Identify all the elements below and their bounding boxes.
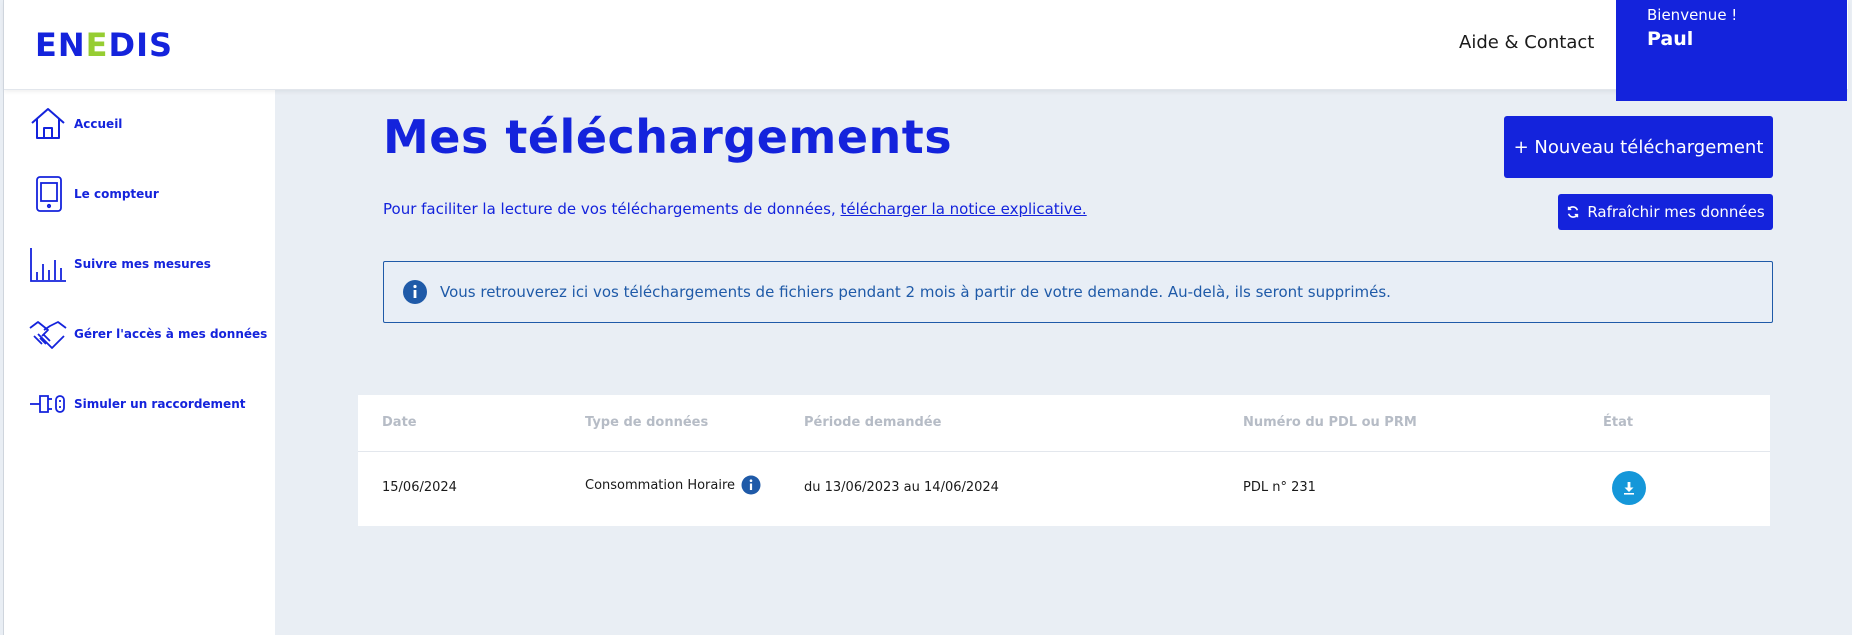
intro-paragraph: Pour faciliter la lecture de vos télécha… [383,200,1087,218]
page-border [3,0,4,635]
downloads-table: Date Type de données Période demandée Nu… [358,395,1770,526]
cell-pdl: PDL n° 231 [1243,480,1316,495]
cell-period: du 13/06/2023 au 14/06/2024 [804,480,999,495]
cell-date: 15/06/2024 [382,480,457,495]
home-icon [31,108,65,139]
refresh-icon [1568,206,1579,218]
column-header-period: Période demandée [804,415,942,430]
notice-download-link[interactable]: télécharger la notice explicative. [841,200,1087,218]
cell-type: Consommation Horaire [585,475,761,495]
intro-text: Pour faciliter la lecture de vos télécha… [383,200,841,218]
sidebar-item-mesures[interactable]: Suivre mes mesures [28,244,211,284]
sidebar-item-label: Gérer l'accès à mes données [74,327,268,341]
download-icon [1624,482,1634,495]
cell-type-label: Consommation Horaire [585,477,736,493]
enedis-logo[interactable]: ENEDIS [35,28,173,62]
column-header-state: État [1603,415,1634,430]
sidebar-item-accueil[interactable]: Accueil [28,104,122,144]
new-download-button[interactable]: + Nouveau téléchargement [1504,116,1773,178]
info-banner: Vous retrouverez ici vos téléchargements… [383,261,1773,323]
meter-icon [36,176,62,212]
bar-chart-icon [30,248,66,282]
sidebar-item-label: Simuler un raccordement [74,397,246,411]
refresh-button-label: Rafraîchir mes données [1587,203,1765,221]
sidebar-item-label: Accueil [74,117,123,131]
info-message: Vous retrouverez ici vos téléchargements… [440,283,1391,301]
sidebar-item-raccordement[interactable]: Simuler un raccordement [28,384,245,424]
header-divider [358,451,1770,452]
sidebar: Accueil Le compteur Suivre mes mesures G… [4,90,275,635]
page-title: Mes téléchargements [383,110,953,164]
column-header-pdl: Numéro du PDL ou PRM [1243,415,1417,430]
sidebar-item-acces-donnees[interactable]: Gérer l'accès à mes données [28,314,267,354]
user-name: Paul [1647,28,1694,50]
info-icon [403,280,427,304]
column-header-type: Type de données [585,415,709,430]
user-welcome-panel[interactable]: Bienvenue ! Paul [1616,0,1847,101]
handshake-icon [29,321,67,349]
help-contact-link[interactable]: Aide & Contact [1459,32,1594,53]
top-header: ENEDIS Aide & Contact [4,0,1848,90]
plug-icon [30,395,65,413]
refresh-data-button[interactable]: Rafraîchir mes données [1558,194,1773,230]
column-header-date: Date [382,415,417,430]
sidebar-item-label: Suivre mes mesures [74,257,211,271]
welcome-label: Bienvenue ! [1647,6,1738,24]
sidebar-item-label: Le compteur [74,187,159,201]
download-button[interactable] [1612,471,1646,505]
sidebar-item-compteur[interactable]: Le compteur [28,174,159,214]
info-icon[interactable] [741,475,761,495]
